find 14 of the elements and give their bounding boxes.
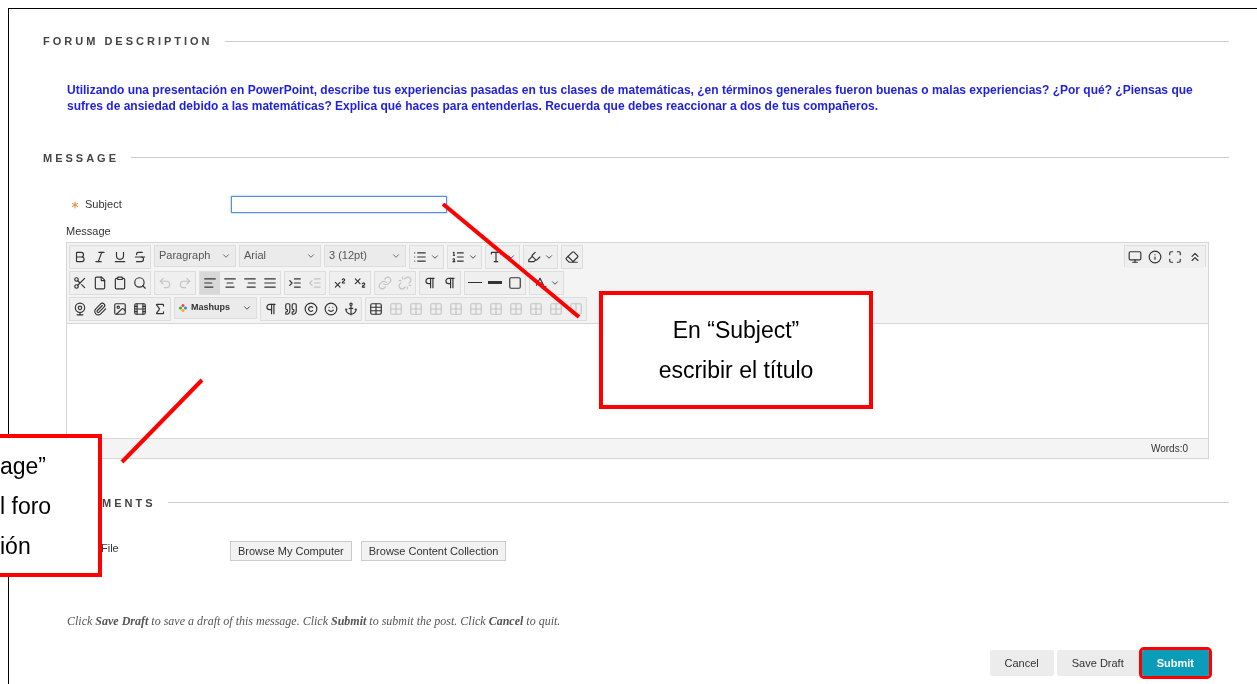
section-heading: MENTS <box>102 495 156 511</box>
forum-description: Utilizando una presentación en PowerPoint, describe tus experiencias pasadas en tus clases de matemáticas, ¿en términos generales fueron buenas o malas experiencias? ¿Por qué? ¿Piensas que sufres de ansiedad debido a las matemáticas? Explica qué haces para entenderlas. Recuerda que debes reaccionar a dos de tus compañeros. <box>67 81 1194 114</box>
section-heading: MESSAGE <box>43 150 119 166</box>
subject-label: Subject <box>85 197 123 213</box>
word-count: Words:0 <box>1150 441 1188 456</box>
callout-text: escribir el título <box>658 356 814 385</box>
instructions-text: Click Save Draft to save a draft of this message. Click Submit to submit the post. Click Cancel to quit. <box>67 613 562 630</box>
file-label: File <box>101 540 120 556</box>
callout-text: l foro <box>0 491 53 521</box>
section-heading: FORUM DESCRIPTION <box>43 34 213 49</box>
callout-text: En “Subject” <box>672 316 800 345</box>
callout-text: age” <box>0 451 48 481</box>
callout-text: ión <box>0 531 32 561</box>
message-label: Message <box>66 224 112 239</box>
